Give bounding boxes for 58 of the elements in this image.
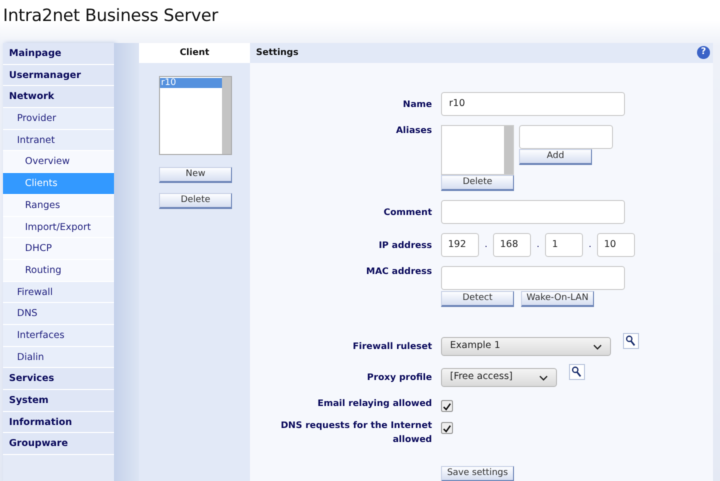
sidebar-item[interactable]: Import/Export bbox=[3, 216, 114, 238]
button[interactable]: New bbox=[159, 167, 232, 183]
checkbox[interactable] bbox=[441, 400, 453, 412]
panel-title: Settings bbox=[256, 47, 298, 60]
field-label: MAC address bbox=[365, 266, 432, 279]
checkbox[interactable] bbox=[441, 422, 453, 434]
field-label: Proxy profile bbox=[366, 372, 432, 385]
app-title: Intra2net Business Server bbox=[3, 5, 218, 28]
field-label: DNS requests for the Internet allowed bbox=[280, 420, 432, 446]
magnifier-icon[interactable] bbox=[569, 364, 585, 380]
octet-field[interactable]: 168 bbox=[493, 233, 531, 257]
sidebar-item[interactable]: Information bbox=[3, 412, 114, 434]
sidebar-item[interactable]: Provider bbox=[3, 108, 114, 130]
text-field[interactable] bbox=[441, 200, 625, 224]
button[interactable]: Detect bbox=[441, 291, 514, 307]
sidebar-item[interactable]: Network bbox=[3, 86, 114, 108]
sidebar-item[interactable]: Overview bbox=[3, 151, 114, 174]
octet-field[interactable]: 1 bbox=[545, 233, 583, 257]
help-icon[interactable]: ? bbox=[697, 46, 710, 59]
sidebar-item[interactable]: Ranges bbox=[3, 194, 114, 216]
save-button[interactable]: Save settings bbox=[441, 466, 514, 481]
field-label: Firewall ruleset bbox=[352, 341, 432, 354]
sidebar-item[interactable]: System bbox=[3, 390, 114, 412]
scrollbar bbox=[504, 126, 513, 174]
panel-title: Client bbox=[139, 43, 250, 63]
octet-field[interactable]: 192 bbox=[441, 233, 479, 257]
sidebar-item[interactable]: Mainpage bbox=[3, 43, 114, 65]
separator: . bbox=[484, 239, 488, 252]
caret-icon bbox=[593, 344, 602, 350]
select-dropdown[interactable]: [Free access] bbox=[441, 368, 557, 387]
field-label: Name bbox=[402, 99, 432, 112]
magnifier-icon[interactable] bbox=[623, 333, 639, 349]
sidebar-item[interactable]: Services bbox=[3, 368, 114, 390]
field-label: Email relaying allowed bbox=[316, 398, 432, 411]
button[interactable]: Delete bbox=[441, 175, 514, 191]
caret-icon bbox=[539, 374, 548, 380]
octet-field[interactable]: 10 bbox=[597, 233, 635, 257]
alias-field[interactable] bbox=[519, 125, 613, 149]
mac-field[interactable] bbox=[441, 266, 625, 290]
sidebar-item[interactable]: Dialin bbox=[3, 346, 114, 368]
text-field[interactable]: r10 bbox=[441, 92, 625, 116]
button[interactable]: Add bbox=[519, 149, 592, 165]
sidebar-item[interactable]: Routing bbox=[3, 260, 114, 282]
select-dropdown[interactable]: Example 1 bbox=[441, 337, 611, 356]
field-label: IP address bbox=[378, 240, 432, 253]
sidebar-item[interactable]: Intranet bbox=[3, 130, 114, 152]
sidebar-item[interactable]: Usermanager bbox=[3, 64, 114, 86]
sidebar-item[interactable]: Interfaces bbox=[3, 324, 114, 347]
sidebar-item[interactable]: Groupware bbox=[3, 433, 114, 456]
sidebar-item[interactable]: DNS bbox=[3, 303, 114, 325]
field-label: Comment bbox=[382, 207, 432, 220]
sidebar-item[interactable]: Firewall bbox=[3, 282, 114, 304]
field-label: Aliases bbox=[394, 125, 432, 138]
button[interactable]: Delete bbox=[159, 193, 232, 209]
sidebar-item[interactable]: DHCP bbox=[3, 238, 114, 260]
separator: . bbox=[588, 239, 592, 252]
separator: . bbox=[536, 239, 540, 252]
button[interactable]: Wake-On-LAN bbox=[521, 291, 594, 307]
